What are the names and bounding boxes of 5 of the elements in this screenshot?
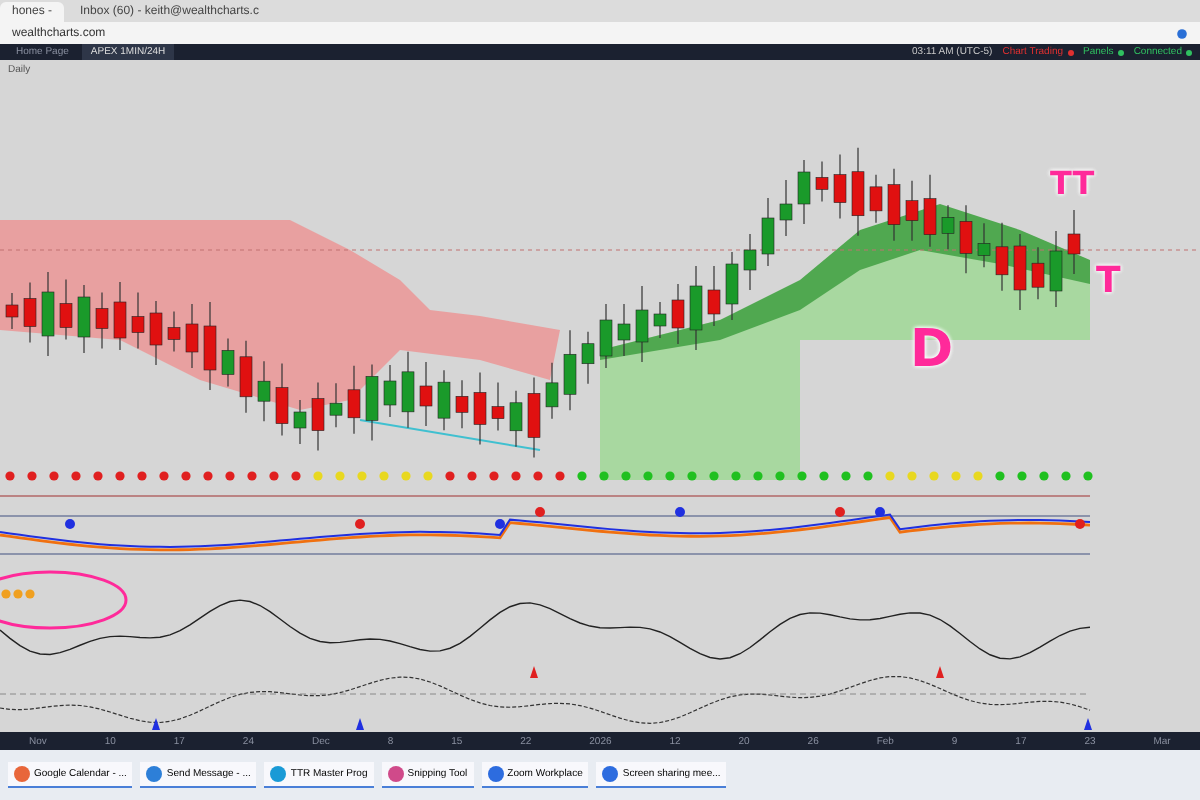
stars-icon: [1, 589, 35, 599]
handwritten-note: TT: [1050, 164, 1095, 202]
handwritten-note: T: [1096, 260, 1121, 302]
circled-mark: [0, 570, 128, 630]
handwritten-note: D: [910, 320, 954, 380]
